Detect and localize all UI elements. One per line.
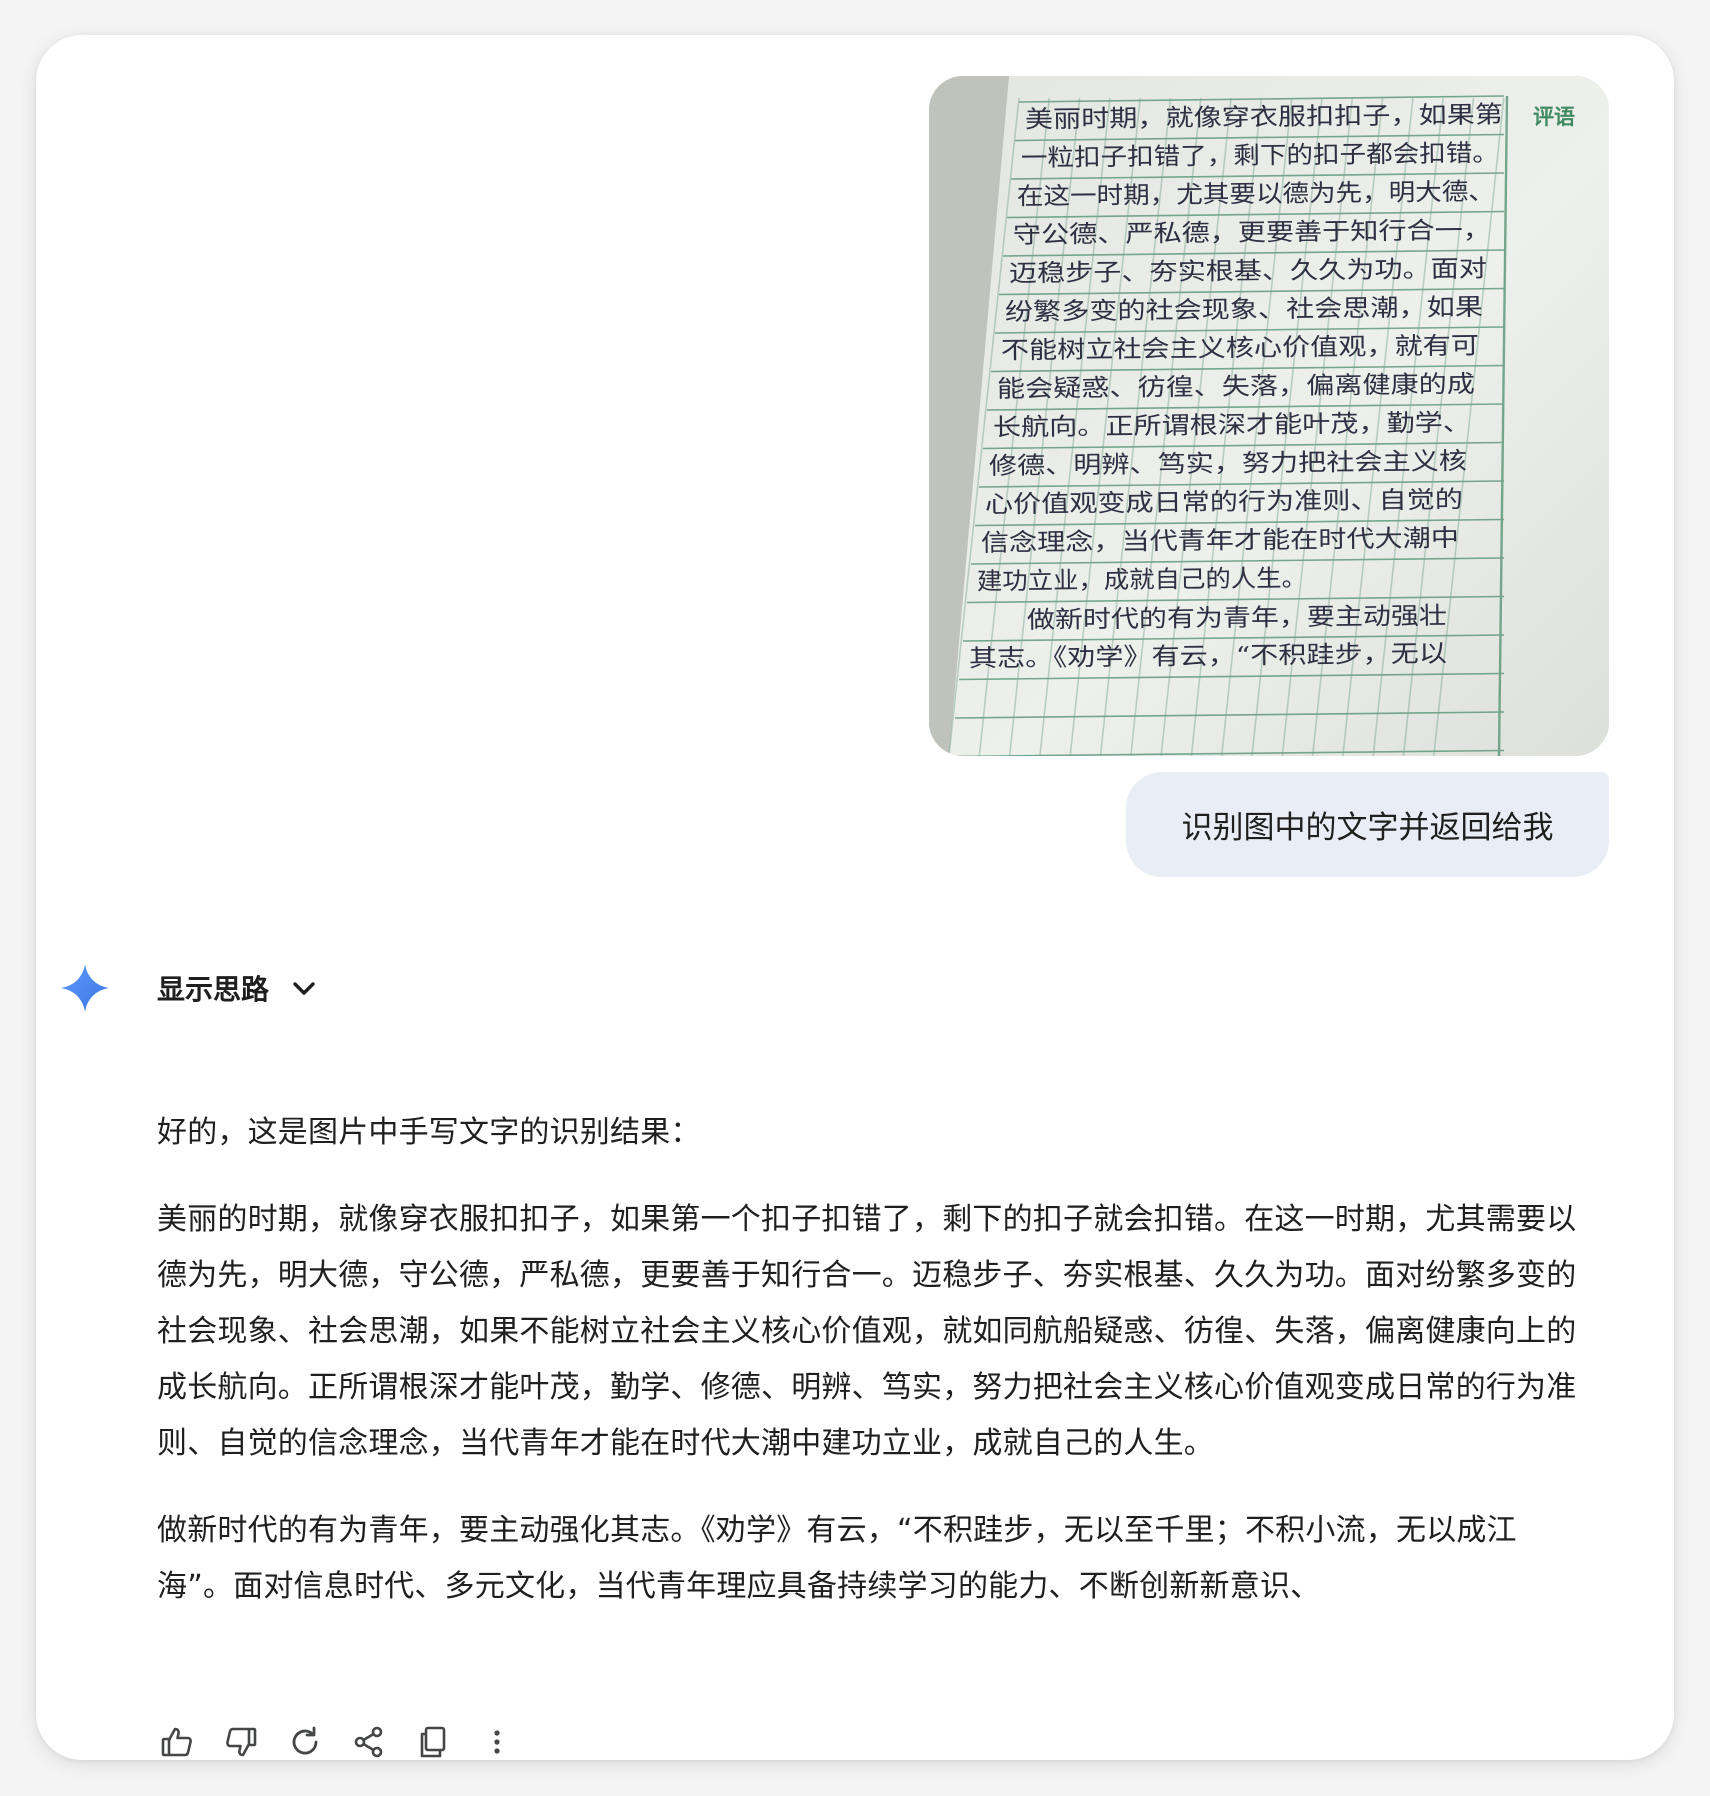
handwritten-line: 心价值观变成日常的行为准则、自觉的 <box>985 485 1463 518</box>
response-actions <box>157 1720 517 1760</box>
sidebar-comment-label: 评语 <box>1533 104 1575 129</box>
chat-card: 美丽时期，就像穿衣服扣扣子，如果第一粒扣子扣错了，剩下的扣子都会扣错。在这一时期… <box>36 35 1674 1760</box>
handwritten-line: 迈稳步子、夯实根基、久久为功。面对 <box>1009 254 1487 287</box>
handwritten-line: 其志。《劝学》有云，“不积跬步，无以 <box>969 639 1447 672</box>
handwritten-line: 不能树立社会主义核心价值观，就有可 <box>1001 331 1479 364</box>
handwritten-line: 长航向。正所谓根深才能叶茂，勤学、 <box>993 408 1471 441</box>
uploaded-image[interactable]: 美丽时期，就像穿衣服扣扣子，如果第一粒扣子扣错了，剩下的扣子都会扣错。在这一时期… <box>929 76 1609 756</box>
handwritten-line: 一粒扣子扣错了，剩下的扣子都会扣错。 <box>1021 139 1499 172</box>
show-thoughts-label: 显示思路 <box>157 973 270 1006</box>
handwritten-line: 能会疑惑、彷徨、失落，偏离健康的成 <box>997 370 1475 403</box>
handwritten-line: 建功立业，成就自己的人生。 <box>977 564 1307 595</box>
user-message-text: 识别图中的文字并返回给我 <box>1181 810 1554 846</box>
regenerate-icon <box>292 1726 318 1755</box>
handwritten-line: 信念理念，当代青年才能在时代大潮中 <box>981 524 1459 557</box>
gemini-spark-icon <box>61 964 109 1012</box>
more-options-button[interactable] <box>477 1722 517 1760</box>
handwritten-essay-photo: 美丽时期，就像穿衣服扣扣子，如果第一粒扣子扣错了，剩下的扣子都会扣错。在这一时期… <box>929 76 1609 756</box>
chevron-down-icon <box>293 982 315 995</box>
response-paragraph-1: 美丽的时期，就像穿衣服扣扣子，如果第一个扣子扣错了，剩下的扣子就会扣错。在这一时… <box>157 1202 1577 1461</box>
thumbs-up-icon <box>161 1727 192 1757</box>
thumbs-down-icon <box>226 1727 257 1757</box>
share-button[interactable] <box>349 1722 389 1760</box>
show-thoughts-toggle[interactable]: 显示思路 <box>157 965 319 1011</box>
response-paragraph-2: 做新时代的有为青年，要主动强化其志。《劝学》有云，“不积跬步，无以至千里；不积小… <box>157 1513 1517 1604</box>
handwritten-line: 守公德、严私德，更要善于知行合一， <box>1013 216 1491 249</box>
response-body: 好的，这是图片中手写文字的识别结果： 美丽的时期，就像穿衣服扣扣子，如果第一个扣… <box>157 1105 1577 1615</box>
handwritten-line: 做新时代的有为青年，要主动强壮 <box>1027 602 1447 634</box>
user-message-bubble: 识别图中的文字并返回给我 <box>1126 772 1609 877</box>
share-icon <box>354 1726 383 1758</box>
copy-icon <box>420 1726 446 1758</box>
handwritten-line: 美丽时期，就像穿衣服扣扣子，如果第 <box>1025 100 1503 133</box>
handwritten-line: 修德、明辨、笃实，努力把社会主义核 <box>989 447 1467 480</box>
thumbs-up-button[interactable] <box>157 1722 197 1760</box>
handwritten-line: 纷繁多变的社会现象、社会思潮，如果 <box>1005 293 1483 326</box>
response-intro: 好的，这是图片中手写文字的识别结果： <box>157 1115 701 1150</box>
more-options-icon <box>494 1730 500 1754</box>
regenerate-button[interactable] <box>285 1722 325 1760</box>
thumbs-down-button[interactable] <box>221 1722 261 1760</box>
copy-button[interactable] <box>413 1722 453 1760</box>
handwritten-line: 在这一时期，尤其要以德为先，明大德、 <box>1017 177 1495 210</box>
